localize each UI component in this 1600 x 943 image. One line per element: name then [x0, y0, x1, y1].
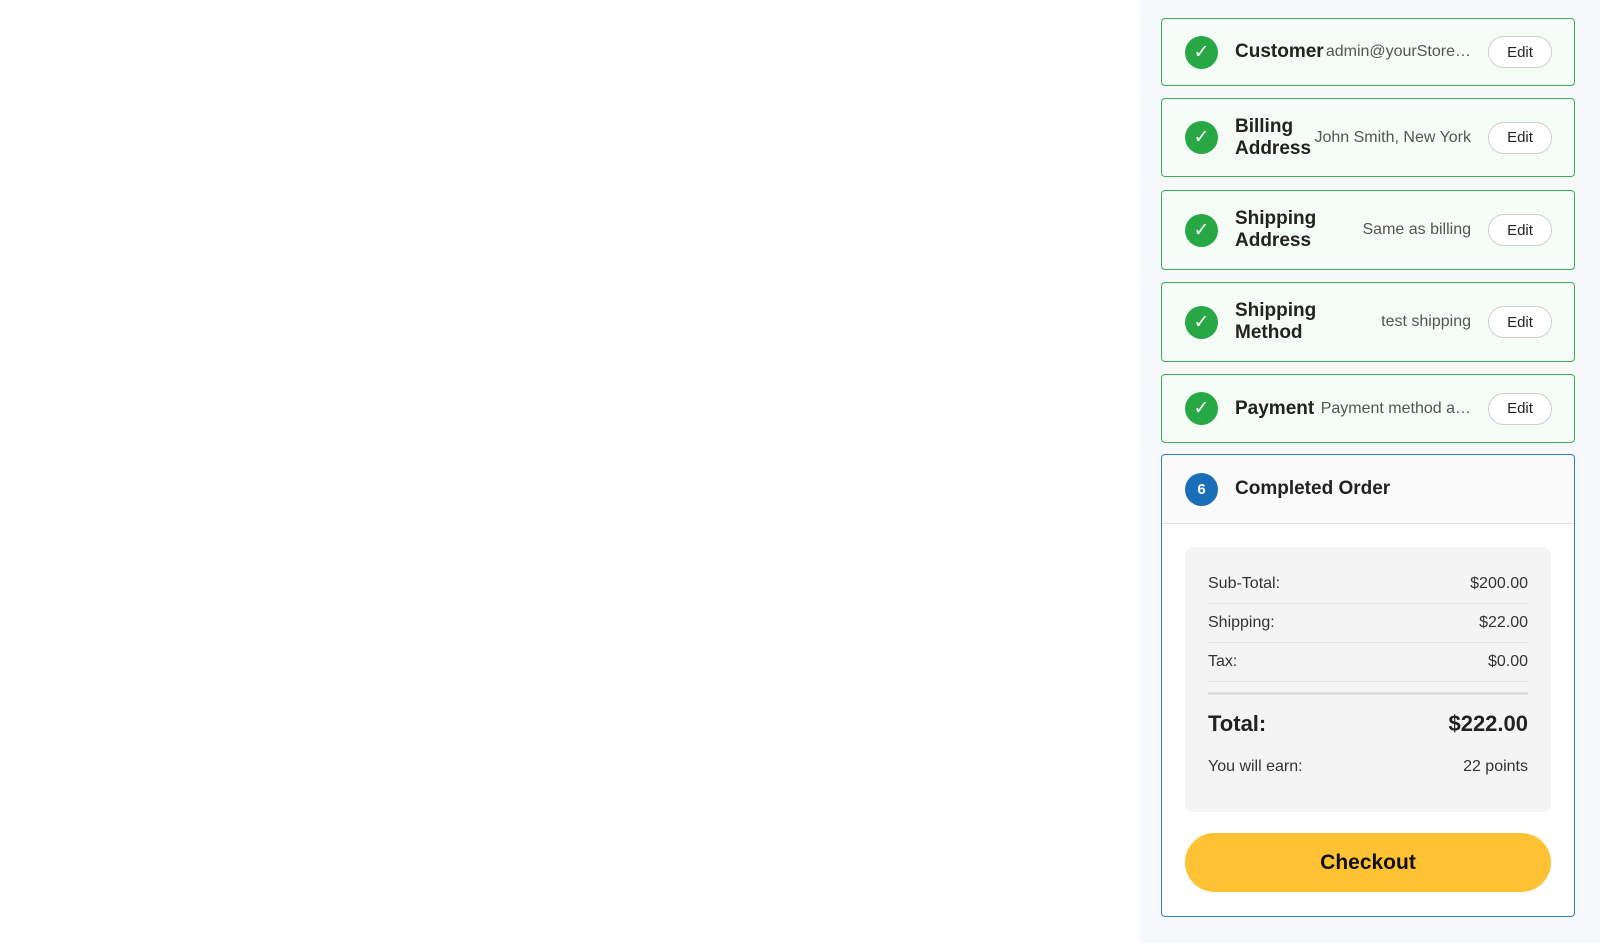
- total-label: Total:: [1208, 711, 1267, 736]
- step-summary: Payment method a…: [1320, 399, 1471, 417]
- step-number-badge: 6: [1185, 472, 1218, 506]
- shipping-row: Shipping: $22.00: [1208, 604, 1528, 643]
- step-shipping-address: ✓ Shipping Address Same as billing Edit: [1161, 190, 1575, 270]
- earn-value: 22 points: [1463, 758, 1528, 775]
- check-icon: ✓: [1185, 305, 1218, 339]
- edit-customer-button[interactable]: Edit: [1488, 36, 1552, 68]
- step-title: Billing Address: [1235, 115, 1312, 159]
- step-payment: ✓ Payment Payment method a… Edit: [1161, 374, 1575, 443]
- step-billing-address: ✓ Billing Address John Smith, New York E…: [1161, 98, 1575, 177]
- order-totals: Sub-Total: $200.00 Shipping: $22.00 Tax:…: [1185, 547, 1551, 812]
- check-icon: ✓: [1185, 213, 1218, 247]
- checkout-button[interactable]: Checkout: [1185, 833, 1551, 892]
- edit-billing-address-button[interactable]: Edit: [1488, 121, 1552, 154]
- tax-value: $0.00: [1487, 653, 1528, 670]
- subtotal-value: $200.00: [1470, 575, 1528, 592]
- checkout-sidebar: ✓ Customer admin@yourStore… Edit ✓ Billi…: [1139, 0, 1600, 943]
- step-title: Payment: [1235, 397, 1315, 419]
- total-value: $222.00: [1448, 711, 1528, 736]
- step-summary: test shipping: [1381, 313, 1471, 330]
- edit-shipping-address-button[interactable]: Edit: [1488, 214, 1552, 246]
- check-icon: ✓: [1185, 121, 1218, 154]
- step-customer: ✓ Customer admin@yourStore… Edit: [1161, 18, 1575, 86]
- edit-shipping-method-button[interactable]: Edit: [1488, 306, 1552, 338]
- completed-order-title: Completed Order: [1235, 478, 1391, 499]
- step-shipping-method: ✓ Shipping Method test shipping Edit: [1161, 282, 1575, 362]
- edit-payment-button[interactable]: Edit: [1488, 392, 1552, 425]
- check-icon: ✓: [1185, 392, 1218, 425]
- step-title: Shipping Method: [1235, 300, 1317, 343]
- completed-order-header: 6 Completed Order: [1162, 455, 1574, 524]
- step-title: Customer: [1235, 41, 1324, 62]
- completed-order-panel: 6 Completed Order Sub-Total: $200.00 Shi…: [1161, 454, 1575, 917]
- step-summary: Same as billing: [1362, 221, 1472, 238]
- reward-points-row: You will earn: 22 points: [1208, 753, 1528, 781]
- subtotal-label: Sub-Total:: [1208, 575, 1281, 592]
- tax-label: Tax:: [1208, 653, 1238, 670]
- step-title: Shipping Address: [1235, 208, 1317, 251]
- step-summary: admin@yourStore…: [1325, 43, 1471, 60]
- step-summary: John Smith, New York: [1314, 128, 1471, 146]
- shipping-label: Shipping:: [1208, 614, 1275, 631]
- tax-row: Tax: $0.00: [1208, 643, 1528, 682]
- subtotal-row: Sub-Total: $200.00: [1208, 565, 1528, 604]
- shipping-value: $22.00: [1479, 614, 1528, 631]
- total-row: Total: $222.00: [1208, 695, 1528, 753]
- check-icon: ✓: [1185, 35, 1218, 69]
- earn-label: You will earn:: [1208, 758, 1303, 775]
